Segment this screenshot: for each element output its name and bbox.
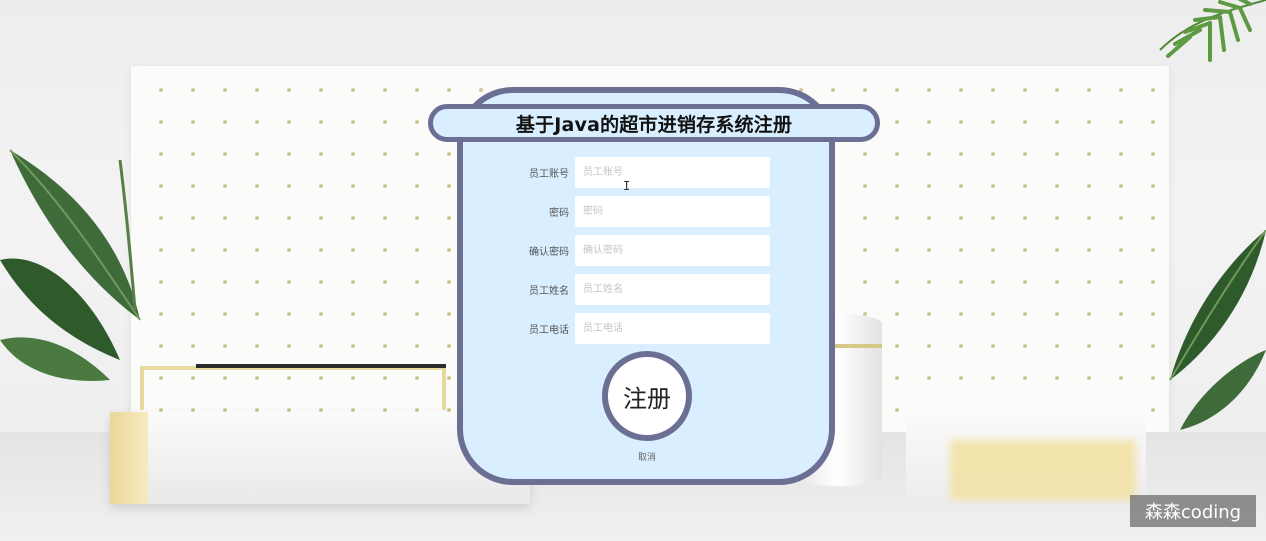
field-row-password: 密码 — [500, 196, 776, 227]
employee-phone-input[interactable] — [575, 313, 770, 344]
dark-frame-edge — [196, 364, 446, 368]
gold-block — [950, 440, 1136, 500]
field-row-employee-account: 员工账号 — [500, 157, 776, 188]
form-title: 基于Java的超市进销存系统注册 — [515, 113, 793, 136]
watermark: 森森coding — [1130, 495, 1256, 527]
cancel-link[interactable]: 取消 — [622, 450, 672, 463]
employee-account-input[interactable] — [575, 157, 770, 188]
field-row-employee-name: 员工姓名 — [500, 274, 776, 305]
watermark-text: 森森coding — [1144, 502, 1242, 523]
left-pedestal-gold-edge — [110, 412, 148, 504]
confirm-password-input[interactable] — [575, 235, 770, 266]
employee-account-label: 员工账号 — [529, 169, 569, 180]
palm-leaf-illustration — [1159, 0, 1266, 62]
confirm-password-label: 确认密码 — [529, 247, 569, 258]
register-button[interactable]: 注册 — [602, 351, 692, 441]
employee-phone-label: 员工电话 — [529, 325, 569, 336]
left-plant-illustration — [0, 149, 141, 381]
right-plant-illustration — [1169, 230, 1266, 430]
employee-name-input[interactable] — [575, 274, 770, 305]
register-button-label: 注册 — [623, 384, 671, 413]
password-label: 密码 — [549, 208, 569, 219]
password-input[interactable] — [575, 196, 770, 227]
employee-name-label: 员工姓名 — [529, 286, 569, 297]
text-cursor-icon: I — [623, 179, 631, 193]
field-row-employee-phone: 员工电话 — [500, 313, 776, 344]
gold-frame — [140, 366, 446, 410]
field-row-confirm-password: 确认密码 — [500, 235, 776, 266]
title-banner: 基于Java的超市进销存系统注册 — [428, 104, 880, 142]
